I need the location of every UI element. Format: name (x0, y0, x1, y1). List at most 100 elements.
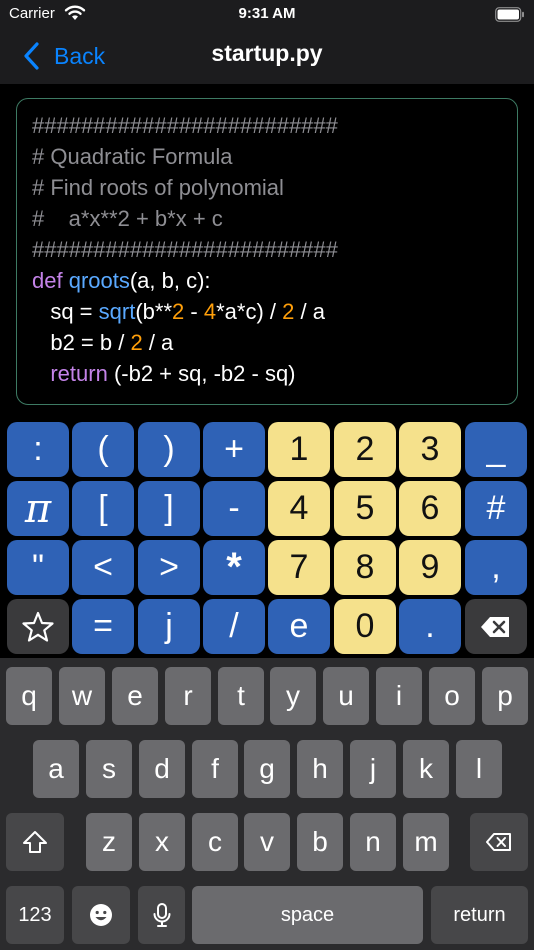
code-token: (b** (135, 299, 173, 324)
pad-key-e[interactable]: e (268, 599, 330, 654)
code-token: - (184, 299, 204, 324)
pad-key-asterisk[interactable]: * (203, 540, 265, 595)
return-key[interactable]: return (431, 886, 528, 944)
key-y[interactable]: y (270, 667, 316, 725)
pad-key-2[interactable]: 2 (334, 422, 396, 477)
code-line: sq = sqrt(b**2 - 4*a*c) / 2 / a (32, 296, 517, 327)
pad-key-7[interactable]: 7 (268, 540, 330, 595)
delete-icon (481, 616, 509, 637)
code-token: sq = (32, 299, 99, 324)
numbers-key[interactable]: 123 (6, 886, 64, 944)
pad-key-5[interactable]: 5 (334, 481, 396, 536)
number-token: 2 (282, 299, 295, 324)
key-r[interactable]: r (165, 667, 211, 725)
pad-key-0[interactable]: 0 (334, 599, 396, 654)
code-token: *a*c) / (216, 299, 283, 324)
shift-key[interactable] (6, 813, 64, 871)
key-x[interactable]: x (139, 813, 185, 871)
pad-key-less[interactable]: < (72, 540, 134, 595)
code-line: ######################### (32, 113, 338, 138)
pad-key-plus[interactable]: + (203, 422, 265, 477)
pad-key-6[interactable]: 6 (399, 481, 461, 536)
number-token: 2 (130, 330, 143, 355)
backspace-key[interactable] (470, 813, 528, 871)
pad-key-equals[interactable]: = (72, 599, 134, 654)
key-w[interactable]: w (59, 667, 105, 725)
navigation-bar: Back startup.py (0, 30, 534, 84)
space-key[interactable]: space (192, 886, 423, 944)
emoji-key[interactable] (72, 886, 130, 944)
key-u[interactable]: u (323, 667, 369, 725)
key-p[interactable]: p (482, 667, 528, 725)
code-token: / a (294, 299, 325, 324)
pad-key-3[interactable]: 3 (399, 422, 461, 477)
key-e[interactable]: e (112, 667, 158, 725)
code-line: def qroots(a, b, c): (32, 265, 517, 296)
pad-key-pi[interactable]: π (7, 481, 69, 536)
key-f[interactable]: f (192, 740, 238, 798)
dictation-key[interactable] (138, 886, 185, 944)
pad-key-4[interactable]: 4 (268, 481, 330, 536)
pad-key-8[interactable]: 8 (334, 540, 396, 595)
backspace-icon (486, 833, 511, 851)
clock: 9:31 AM (238, 5, 296, 22)
key-v[interactable]: v (244, 813, 290, 871)
pad-key-slash[interactable]: / (203, 599, 265, 654)
pad-key-close-bracket[interactable]: ] (138, 481, 200, 536)
key-h[interactable]: h (297, 740, 343, 798)
key-o[interactable]: o (429, 667, 475, 725)
pad-key-open-paren[interactable]: ( (72, 422, 134, 477)
pad-key-minus[interactable]: - (203, 481, 265, 536)
code-editor[interactable]: ######################### # Quadratic Fo… (16, 98, 518, 405)
pad-key-quote[interactable]: " (7, 540, 69, 595)
key-z[interactable]: z (86, 813, 132, 871)
code-line: # Quadratic Formula (32, 144, 233, 169)
number-token: 2 (172, 299, 185, 324)
pad-key-9[interactable]: 9 (399, 540, 461, 595)
pad-key-underscore[interactable]: _ (465, 422, 527, 477)
pad-key-greater[interactable]: > (138, 540, 200, 595)
key-s[interactable]: s (86, 740, 132, 798)
pad-key-j[interactable]: j (138, 599, 200, 654)
code-token: b2 = b / (32, 330, 131, 355)
code-token: / a (142, 330, 174, 355)
keyword-token: return (50, 361, 108, 386)
shift-icon (23, 831, 47, 853)
pad-key-period[interactable]: . (399, 599, 461, 654)
battery-icon (495, 7, 524, 22)
key-b[interactable]: b (297, 813, 343, 871)
key-d[interactable]: d (139, 740, 185, 798)
pad-key-comma[interactable]: , (465, 540, 527, 595)
key-g[interactable]: g (244, 740, 290, 798)
keyword-token: def (32, 268, 63, 293)
key-n[interactable]: n (350, 813, 396, 871)
pad-key-colon[interactable]: : (7, 422, 69, 477)
favorites-button[interactable] (7, 599, 69, 654)
code-line: # a*x**2 + b*x + c (32, 206, 223, 231)
key-l[interactable]: l (456, 740, 502, 798)
key-t[interactable]: t (218, 667, 264, 725)
pad-key-close-paren[interactable]: ) (138, 422, 200, 477)
number-token: 4 (203, 299, 217, 324)
page-title: startup.py (211, 40, 323, 66)
microphone-icon (153, 903, 170, 927)
code-line: ######################### (32, 237, 338, 262)
pad-key-open-bracket[interactable]: [ (72, 481, 134, 536)
code-token: (a, b, c): (129, 268, 211, 293)
function-token: qroots (62, 268, 130, 293)
key-k[interactable]: k (403, 740, 449, 798)
emoji-icon (90, 904, 112, 926)
key-j[interactable]: j (350, 740, 396, 798)
key-m[interactable]: m (403, 813, 449, 871)
pad-key-hash[interactable]: # (465, 481, 527, 536)
system-keyboard: q w e r t y u i o p a s d f g h j k l z … (0, 658, 534, 950)
code-line: b2 = b / 2 / a (32, 327, 517, 358)
key-c[interactable]: c (192, 813, 238, 871)
code-line: # Find roots of polynomial (32, 175, 284, 200)
key-a[interactable]: a (33, 740, 79, 798)
key-q[interactable]: q (6, 667, 52, 725)
pad-delete-button[interactable] (465, 599, 527, 654)
pad-key-1[interactable]: 1 (268, 422, 330, 477)
key-i[interactable]: i (376, 667, 422, 725)
